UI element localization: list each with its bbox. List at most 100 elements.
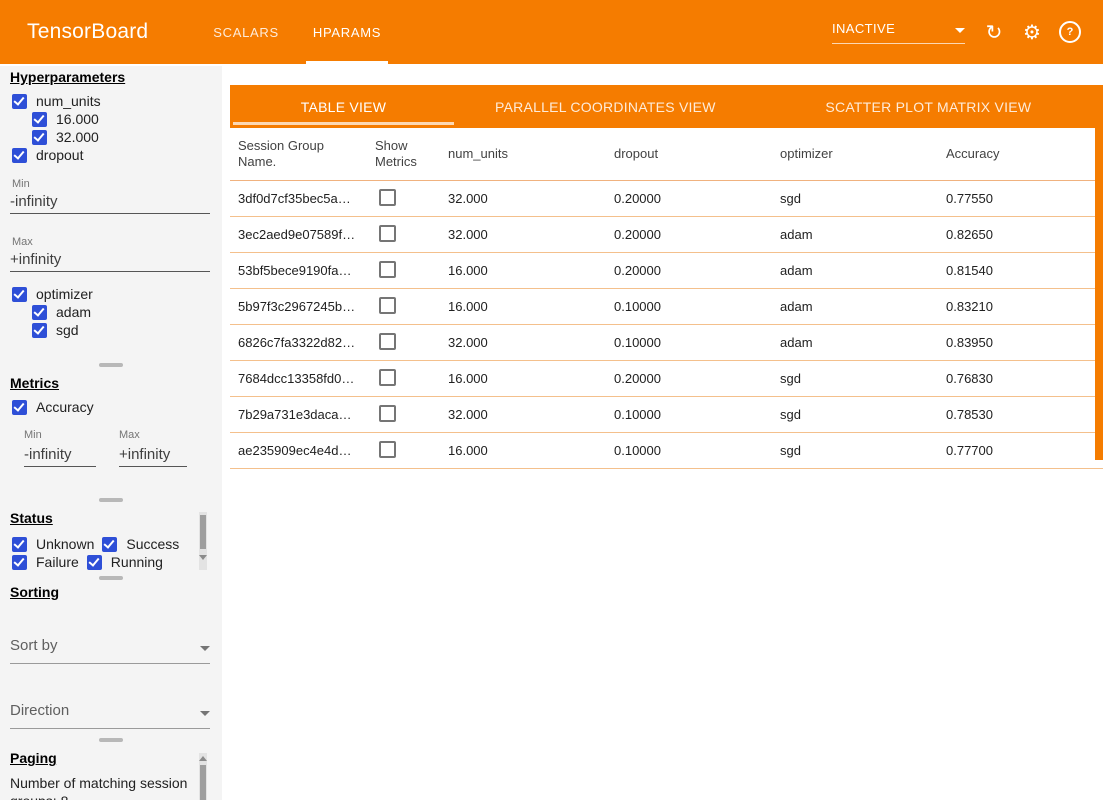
session-group-row[interactable]: 3ec2aed9e07589f… 32.000 0.20000 adam 0.8… (230, 217, 1103, 253)
show-metrics-checkbox[interactable] (379, 225, 396, 242)
accuracy-cell: 0.83950 (938, 335, 1103, 350)
checkbox-dropout[interactable]: dropout (0, 146, 222, 164)
settings-gear-icon[interactable]: ⚙ (1013, 12, 1051, 52)
scroll-down-icon[interactable] (199, 555, 207, 560)
checkbox-optimizer-adam[interactable]: adam (0, 303, 222, 321)
sorting-title: Sorting (10, 584, 222, 601)
accuracy-min-field: Min (24, 429, 96, 467)
accuracy-cell: 0.77700 (938, 443, 1103, 458)
tab-table-view[interactable]: TABLE VIEW (230, 85, 457, 128)
column-header-accuracy[interactable]: Accuracy (938, 146, 1103, 162)
show-metrics-checkbox[interactable] (379, 261, 396, 278)
optimizer-cell: sgd (772, 191, 938, 206)
session-group-name-cell: 5b97f3c2967245b… (230, 299, 367, 314)
dropout-max-label: Max (12, 236, 222, 249)
column-header-session-group-name[interactable]: Session Group Name. (230, 138, 367, 170)
session-group-row[interactable]: 53bf5bece9190fa… 16.000 0.20000 adam 0.8… (230, 253, 1103, 289)
section-resize-handle[interactable] (99, 738, 123, 742)
chevron-down-icon (200, 646, 210, 651)
session-group-row[interactable]: 5b97f3c2967245b… 16.000 0.10000 adam 0.8… (230, 289, 1103, 325)
checked-checkbox-icon (12, 148, 27, 163)
checkbox-status-failure[interactable]: Failure (12, 553, 79, 571)
show-metrics-cell (367, 225, 440, 245)
dropout-cell: 0.20000 (606, 227, 772, 242)
section-resize-handle[interactable] (99, 363, 123, 367)
checkbox-accuracy[interactable]: Accuracy (0, 398, 222, 416)
tab-scalars[interactable]: SCALARS (196, 0, 296, 64)
show-metrics-cell (367, 189, 440, 209)
right-edge-strip (1095, 128, 1103, 460)
column-header-num-units[interactable]: num_units (440, 146, 606, 162)
app-title: TensorBoard (27, 20, 148, 44)
column-header-dropout[interactable]: dropout (606, 146, 772, 162)
sort-by-dropdown[interactable]: Sort by (10, 637, 210, 664)
checkbox-label: Accuracy (36, 398, 94, 416)
checked-checkbox-icon (32, 305, 47, 320)
show-metrics-cell (367, 369, 440, 389)
session-group-row[interactable]: ae235909ec4e4d… 16.000 0.10000 sgd 0.777… (230, 433, 1103, 469)
checkbox-optimizer-sgd[interactable]: sgd (0, 321, 222, 339)
dropout-min-input[interactable] (10, 193, 210, 214)
show-metrics-checkbox[interactable] (379, 369, 396, 386)
checkbox-optimizer[interactable]: optimizer (0, 285, 222, 303)
dropout-max-input[interactable] (10, 251, 210, 272)
accuracy-min-label: Min (24, 429, 96, 442)
checked-checkbox-icon (32, 323, 47, 338)
scroll-up-icon[interactable] (199, 756, 207, 761)
refresh-glyph: ↻ (986, 20, 1003, 45)
reload-status-select[interactable]: INACTIVE (832, 21, 965, 44)
tab-hparams[interactable]: HPARAMS (296, 0, 398, 64)
tab-scatter-plot-matrix-view[interactable]: SCATTER PLOT MATRIX VIEW (754, 85, 1103, 128)
checkbox-label: Running (111, 553, 163, 571)
hyperparameters-section: Hyperparameters num_units 16.000 32.000 … (0, 69, 222, 339)
checkbox-label: Unknown (36, 535, 94, 553)
num-units-cell: 32.000 (440, 227, 606, 242)
section-resize-handle[interactable] (99, 576, 123, 580)
accuracy-max-field: Max (119, 429, 187, 467)
session-group-name-cell: 7b29a731e3daca… (230, 407, 367, 422)
dropout-cell: 0.20000 (606, 263, 772, 278)
scrollbar-thumb[interactable] (200, 765, 206, 800)
show-metrics-checkbox[interactable] (379, 405, 396, 422)
checkbox-status-running[interactable]: Running (87, 553, 163, 571)
checkbox-num-units[interactable]: num_units (0, 92, 222, 110)
checkbox-num-units-32[interactable]: 32.000 (0, 128, 222, 146)
session-group-row[interactable]: 7b29a731e3daca… 32.000 0.10000 sgd 0.785… (230, 397, 1103, 433)
show-metrics-checkbox[interactable] (379, 333, 396, 350)
refresh-icon[interactable]: ↻ (975, 12, 1013, 52)
checkbox-label: Failure (36, 553, 79, 571)
num-units-cell: 16.000 (440, 263, 606, 278)
optimizer-cell: sgd (772, 371, 938, 386)
direction-dropdown[interactable]: Direction (10, 702, 210, 729)
dropout-min-label: Min (12, 178, 222, 191)
accuracy-min-input[interactable] (24, 446, 96, 467)
sort-by-value: Sort by (10, 637, 58, 655)
checked-checkbox-icon (12, 555, 27, 570)
gear-glyph: ⚙ (1023, 20, 1041, 45)
optimizer-cell: adam (772, 263, 938, 278)
tensorboard-app: TensorBoard SCALARS HPARAMS INACTIVE ↻ ⚙… (0, 0, 1103, 800)
tab-parallel-coordinates-view[interactable]: PARALLEL COORDINATES VIEW (457, 85, 754, 128)
show-metrics-checkbox[interactable] (379, 441, 396, 458)
column-header-show-metrics[interactable]: Show Metrics (367, 138, 440, 170)
checkbox-label: num_units (36, 92, 101, 110)
accuracy-max-input[interactable] (119, 446, 187, 467)
section-resize-handle[interactable] (99, 498, 123, 502)
session-group-name-cell: 6826c7fa3322d82… (230, 335, 367, 350)
metrics-section: Metrics Accuracy Min Max (0, 375, 222, 467)
session-group-row[interactable]: 7684dcc13358fd0… 16.000 0.20000 sgd 0.76… (230, 361, 1103, 397)
checkbox-num-units-16[interactable]: 16.000 (0, 110, 222, 128)
checkbox-status-success[interactable]: Success (102, 535, 179, 553)
show-metrics-checkbox[interactable] (379, 297, 396, 314)
column-header-optimizer[interactable]: optimizer (772, 146, 938, 162)
paging-section: Paging Number of matching session groups… (0, 750, 222, 800)
session-group-row[interactable]: 6826c7fa3322d82… 32.000 0.10000 adam 0.8… (230, 325, 1103, 361)
checkbox-status-unknown[interactable]: Unknown (12, 535, 94, 553)
accuracy-cell: 0.81540 (938, 263, 1103, 278)
show-metrics-checkbox[interactable] (379, 189, 396, 206)
help-icon[interactable]: ? (1051, 12, 1089, 52)
accuracy-cell: 0.76830 (938, 371, 1103, 386)
session-group-row[interactable]: 3df0d7cf35bec5a… 32.000 0.20000 sgd 0.77… (230, 181, 1103, 217)
toolbar-right-controls: INACTIVE ↻ ⚙ ? (832, 12, 1089, 52)
scrollbar-thumb[interactable] (200, 515, 206, 549)
